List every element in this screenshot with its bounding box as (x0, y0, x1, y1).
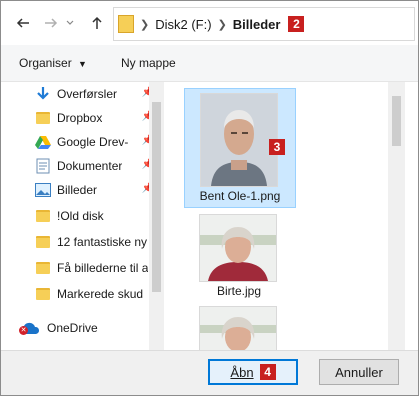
content-scrollbar[interactable] (388, 82, 405, 350)
breadcrumb-separator-icon: ❯ (217, 18, 227, 31)
portrait-image (201, 94, 277, 186)
up-button[interactable] (87, 13, 107, 33)
sidebar-item-label: !Old disk (57, 209, 104, 223)
forward-arrow-icon (45, 18, 58, 28)
photo-thumbnail (199, 214, 277, 282)
sidebar-item-label: Dokumenter (57, 159, 123, 173)
organize-label: Organiser (19, 56, 72, 70)
photo-thumbnail (200, 93, 278, 187)
breadcrumb-segment-disk[interactable]: Disk2 (F:) (155, 17, 211, 32)
sidebar-scrollbar[interactable] (149, 82, 164, 350)
new-folder-button[interactable]: Ny mappe (121, 56, 176, 70)
folder-icon (118, 15, 134, 33)
recent-locations-button[interactable] (63, 13, 77, 33)
folder-icon (35, 234, 51, 250)
breadcrumb: ❯ Disk2 (F:) ❯ Billeder 2 (114, 8, 305, 40)
chevron-down-icon (66, 20, 74, 25)
error-icon: ✕ (19, 326, 28, 335)
step-badge: 2 (288, 16, 305, 32)
back-arrow-icon (16, 18, 29, 28)
file-name: Bent Ole-1.png (199, 189, 281, 203)
folder-icon (35, 286, 51, 302)
sidebar-item-label: Markerede skud (57, 287, 144, 301)
sidebar-item-onedrive[interactable]: ✕ OneDrive (19, 316, 149, 340)
address-bar[interactable]: ❯ Disk2 (F:) ❯ Billeder 2 (113, 7, 415, 41)
step-badge: 4 (259, 364, 276, 380)
up-arrow-icon (92, 16, 102, 29)
pictures-icon (35, 182, 51, 198)
folder-icon (35, 110, 51, 126)
breadcrumb-segment-current[interactable]: Billeder (233, 17, 281, 32)
folder-icon (35, 208, 51, 224)
sidebar-item-label: Overførsler (57, 87, 117, 101)
file-item[interactable] (184, 304, 294, 350)
sidebar-item-label: Dropbox (57, 111, 103, 125)
download-arrow-icon (35, 86, 51, 102)
sidebar-item-folder[interactable]: Markerede skud (35, 282, 160, 306)
step-badge: 3 (269, 139, 285, 155)
back-button[interactable] (13, 13, 33, 33)
organize-button[interactable]: Organiser ▼ (19, 56, 87, 70)
sidebar-item-label: Få billederne til a (57, 261, 149, 275)
forward-button[interactable] (41, 13, 61, 33)
sidebar-item-label: OneDrive (47, 321, 98, 335)
navigation-pane: Overførsler 📌 Dropbox 📌 Google Drev- 📌 D… (1, 82, 164, 350)
sidebar-item-label: Google Drev- (57, 135, 129, 149)
portrait-image (200, 307, 276, 350)
file-item[interactable]: Birte.jpg (184, 212, 294, 304)
photo-thumbnail (199, 306, 277, 350)
file-name: Birte.jpg (216, 284, 262, 298)
scrollbar-thumb[interactable] (392, 96, 401, 146)
caret-down-icon: ▼ (78, 59, 87, 69)
google-drive-icon (35, 134, 51, 150)
portrait-image (200, 215, 276, 281)
file-item-selected[interactable]: 3 Bent Ole-1.png (184, 88, 296, 208)
breadcrumb-separator-icon: ❯ (140, 18, 150, 31)
cancel-button[interactable]: Annuller (319, 359, 399, 385)
address-row: ❯ Disk2 (F:) ❯ Billeder 2 (1, 1, 418, 45)
sidebar-item-old-disk[interactable]: !Old disk (35, 204, 160, 228)
sidebar-item-label: 12 fantastiske ny (57, 235, 148, 249)
sidebar-item-folder[interactable]: 12 fantastiske ny (35, 230, 160, 254)
scrollbar-thumb[interactable] (152, 102, 161, 292)
open-button-label: Åbn (230, 364, 254, 380)
sidebar-item-label: Billeder (57, 183, 98, 197)
sidebar-item-folder[interactable]: Få billederne til a (35, 256, 160, 280)
open-button[interactable]: Åbn 4 (208, 359, 298, 385)
onedrive-cloud-icon: ✕ (19, 320, 41, 336)
documents-icon (35, 158, 51, 174)
dialog-footer: Åbn 4 Annuller (1, 350, 418, 395)
file-open-dialog: ❯ Disk2 (F:) ❯ Billeder 2 Organiser ▼ Ny… (0, 0, 419, 396)
file-list: 3 Bent Ole-1.png Birte.jpg (164, 82, 418, 350)
command-bar: Organiser ▼ Ny mappe (1, 45, 418, 82)
folder-icon (35, 260, 51, 276)
